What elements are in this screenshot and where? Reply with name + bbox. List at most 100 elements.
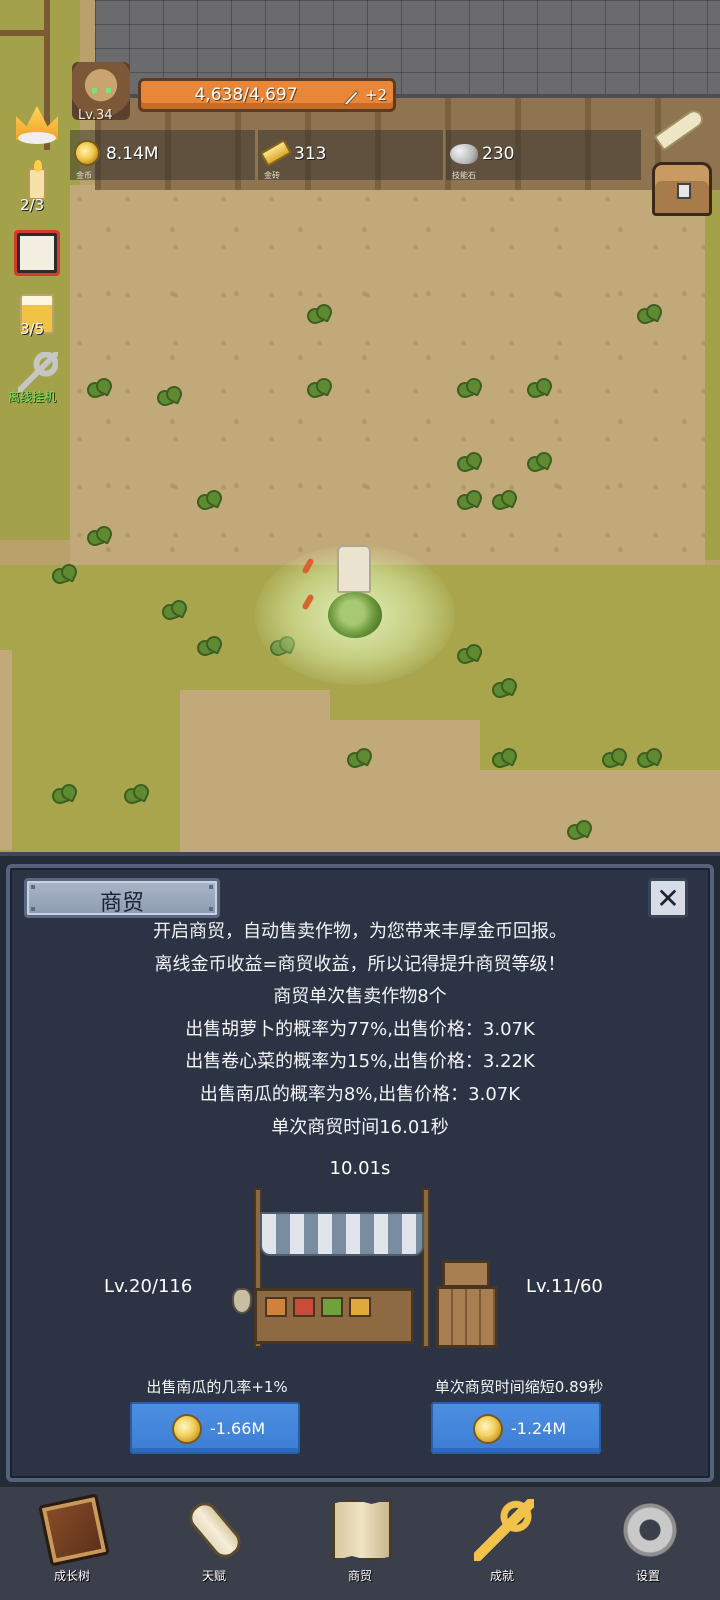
crop-sprout — [160, 598, 186, 620]
nav-achievements[interactable]: 成就 — [452, 1495, 552, 1595]
crop-sprout — [305, 302, 331, 324]
crop-sprout — [122, 782, 148, 804]
upgrade-sell-chance-button[interactable]: -1.66M — [130, 1402, 300, 1454]
dirt-patch — [0, 650, 12, 850]
hp-value: 4,638/4,697 — [194, 85, 298, 105]
skill-stone-counter[interactable]: 230 技能石 — [446, 130, 641, 180]
dirt-patch — [480, 770, 720, 852]
desc-line: 出售卷心菜的概率为15%,出售价格：3.22K — [185, 1051, 535, 1073]
crop-sprout — [85, 376, 111, 398]
trade-description: 开启商贸，自动售卖作物，为您带来丰厚金币回报。 离线金币收益=商贸收益，所以记得… — [10, 916, 710, 1144]
upgrade-cost: -1.24M — [511, 1419, 567, 1438]
desc-line: 出售胡萝卜的概率为77%,出售价格：3.07K — [185, 1018, 535, 1040]
hp-bar: 4,638/4,697 +2 — [138, 78, 396, 112]
coins-value: 8.14M — [106, 144, 159, 164]
book-icon — [38, 1493, 110, 1567]
crate — [442, 1260, 490, 1288]
trade-time-level: Lv.11/60 — [526, 1276, 603, 1297]
bottom-nav: 成长树 天赋 商贸 成就 设置 — [0, 1484, 720, 1600]
dirt-patch — [180, 690, 330, 852]
gold-value: 313 — [294, 144, 327, 164]
crop-sprout — [635, 302, 661, 324]
crop-sprout — [525, 450, 551, 472]
avatar-eye — [92, 88, 97, 93]
coins-counter[interactable]: 8.14M 金币 — [70, 130, 255, 180]
cabbage-crop[interactable] — [328, 592, 382, 638]
stall-counter — [254, 1288, 414, 1344]
desc-line: 单次商贸时间16.01秒 — [271, 1116, 449, 1138]
player-level: Lv.34 — [78, 108, 113, 123]
gold-key-icon — [474, 1499, 534, 1561]
game-scene[interactable]: Lv.34 4,638/4,697 +2 8.14M 金币 313 金砖 230… — [0, 0, 720, 852]
crop-sprout — [455, 450, 481, 472]
desc-line: 出售南瓜的概率为8%,出售价格：3.07K — [199, 1083, 521, 1105]
candle-count: 2/3 — [20, 196, 45, 214]
nav-label: 成长树 — [53, 1569, 90, 1583]
nav-label: 设置 — [635, 1569, 660, 1583]
close-icon: ✕ — [656, 882, 680, 915]
horn-icon[interactable] — [650, 100, 700, 150]
trade-panel: 商贸 ✕ 开启商贸，自动售卖作物，为您带来丰厚金币回报。 离线金币收益=商贸收益… — [0, 852, 720, 1484]
avatar-eye — [106, 88, 111, 93]
close-button[interactable]: ✕ — [648, 878, 688, 918]
crop-sprout — [50, 562, 76, 584]
crop-sprout — [455, 642, 481, 664]
crop-sprout — [155, 384, 181, 406]
sack — [232, 1288, 252, 1314]
nav-talent[interactable]: 天赋 — [164, 1495, 264, 1595]
crop-sprout — [50, 782, 76, 804]
nav-label: 商贸 — [347, 1569, 372, 1583]
crop-sprout — [195, 634, 221, 656]
nav-trade[interactable]: 商贸 — [310, 1495, 410, 1595]
nav-settings[interactable]: 设置 — [598, 1495, 698, 1595]
stone-value: 230 — [482, 144, 515, 164]
trade-panel-body: 商贸 ✕ 开启商贸，自动售卖作物，为您带来丰厚金币回报。 离线金币收益=商贸收益… — [6, 864, 714, 1482]
feather-icon — [343, 90, 359, 106]
scroll-icon — [183, 1496, 247, 1564]
map-icon — [332, 1499, 392, 1561]
desc-line: 离线金币收益=商贸收益，所以记得提升商贸等级！ — [154, 953, 566, 975]
crop-sprout — [305, 376, 331, 398]
crop-sprout — [345, 746, 371, 768]
desc-line: 商贸单次售卖作物8个 — [273, 986, 447, 1008]
gold-bar-icon — [259, 139, 293, 168]
panel-title-plate: 商贸 — [24, 878, 220, 918]
stall-awning — [260, 1212, 424, 1256]
trade-time-upgrade-label: 单次商贸时间缩短0.89秒 — [434, 1378, 604, 1396]
crop-sprout — [635, 746, 661, 768]
coin-icon — [172, 1414, 202, 1444]
beer-count: 3/5 — [20, 320, 45, 338]
crop-sprout — [455, 376, 481, 398]
crop-sprout — [565, 818, 591, 840]
desc-line: 开启商贸，自动售卖作物，为您带来丰厚金币回报。 — [153, 921, 567, 942]
upgrade-trade-time-button[interactable]: -1.24M — [431, 1402, 601, 1454]
crop-sprout — [85, 524, 111, 546]
crop-sprout — [490, 488, 516, 510]
panel-title: 商贸 — [99, 891, 144, 916]
nav-label: 成就 — [489, 1569, 514, 1583]
nav-growth-tree[interactable]: 成长树 — [22, 1493, 122, 1595]
crop-sprout — [490, 746, 516, 768]
hp-bonus: +2 — [364, 86, 387, 104]
crate — [436, 1286, 498, 1348]
market-stall-illustration — [224, 1188, 504, 1354]
dirt-patch — [330, 720, 480, 852]
upgrade-cost: -1.66M — [210, 1419, 266, 1438]
offline-idle-label[interactable]: 离线挂机 — [8, 388, 56, 405]
crop-sprout — [490, 676, 516, 698]
crop-sprout — [600, 746, 626, 768]
gold-counter[interactable]: 313 金砖 — [258, 130, 443, 180]
trade-timer: 10.01s — [329, 1158, 391, 1179]
farm-field — [70, 185, 705, 575]
sell-chance-upgrade-label: 出售南瓜的几率+1% — [146, 1378, 288, 1396]
coin-icon — [473, 1414, 503, 1444]
gear-icon — [620, 1499, 680, 1561]
gold-label: 金砖 — [264, 171, 280, 180]
stone-label: 技能石 — [452, 171, 476, 180]
sell-chance-level: Lv.20/116 — [104, 1276, 193, 1297]
treasure-chest-icon[interactable] — [652, 162, 712, 216]
stone-icon — [450, 140, 478, 168]
player-character — [337, 545, 371, 593]
crown-icon[interactable] — [14, 100, 60, 146]
dice-icon[interactable] — [14, 230, 60, 276]
